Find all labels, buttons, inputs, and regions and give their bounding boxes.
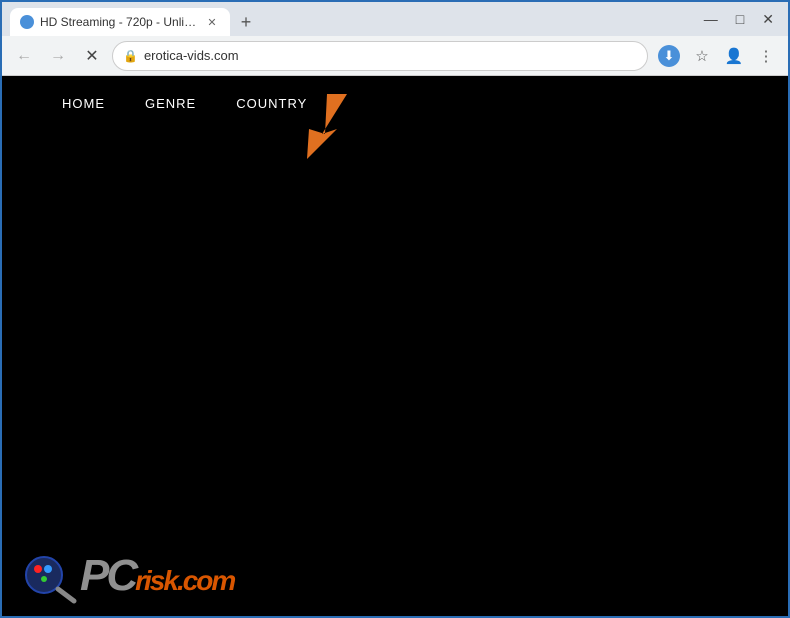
download-circle: ⬇ <box>658 45 680 67</box>
download-indicator: ⬇ <box>654 41 684 71</box>
browser-toolbar: ← → ✕ 🔒 ⬇ ☆ 👤 ⋮ <box>2 36 788 76</box>
forward-button[interactable]: → <box>44 42 72 70</box>
browser-window: HD Streaming - 720p - Unlimited ✕ + — □ … <box>2 2 788 616</box>
site-nav: HOME GENRE COUNTRY <box>2 76 788 131</box>
nav-item-home[interactable]: HOME <box>42 90 125 117</box>
address-bar-input[interactable] <box>144 48 637 63</box>
nav-item-genre[interactable]: GENRE <box>125 90 216 117</box>
back-button[interactable]: ← <box>10 42 38 70</box>
tab-close-button[interactable]: ✕ <box>204 14 220 30</box>
download-icon: ⬇ <box>664 48 675 64</box>
favorite-button[interactable]: ☆ <box>688 42 716 70</box>
address-bar-container[interactable]: 🔒 <box>112 41 648 71</box>
toolbar-actions: ⬇ ☆ 👤 ⋮ <box>654 41 780 71</box>
browser-tab[interactable]: HD Streaming - 720p - Unlimited ✕ <box>10 8 230 36</box>
close-button[interactable]: ✕ <box>756 9 780 30</box>
arrow-svg <box>287 84 367 164</box>
risk-text: risk <box>135 565 177 596</box>
tab-title: HD Streaming - 720p - Unlimited <box>40 15 198 29</box>
new-tab-button[interactable]: + <box>232 8 260 36</box>
pcrisk-icon <box>22 547 80 605</box>
account-button[interactable]: 👤 <box>720 42 748 70</box>
menu-button[interactable]: ⋮ <box>752 42 780 70</box>
tab-favicon <box>20 15 34 29</box>
title-bar: HD Streaming - 720p - Unlimited ✕ + — □ … <box>2 2 788 36</box>
tab-area: HD Streaming - 720p - Unlimited ✕ + <box>10 2 694 36</box>
window-controls: — □ ✕ <box>698 9 780 30</box>
lock-icon: 🔒 <box>123 49 138 63</box>
pcrisk-logo: PCrisk.com <box>80 551 234 601</box>
reload-button[interactable]: ✕ <box>78 42 106 70</box>
com-text: .com <box>177 565 234 596</box>
minimize-button[interactable]: — <box>698 9 724 29</box>
web-content: HOME GENRE COUNTRY PCrisk.com <box>2 76 788 616</box>
watermark: PCrisk.com <box>2 536 788 616</box>
maximize-button[interactable]: □ <box>730 9 750 29</box>
pc-text: PCrisk.com <box>80 551 234 601</box>
